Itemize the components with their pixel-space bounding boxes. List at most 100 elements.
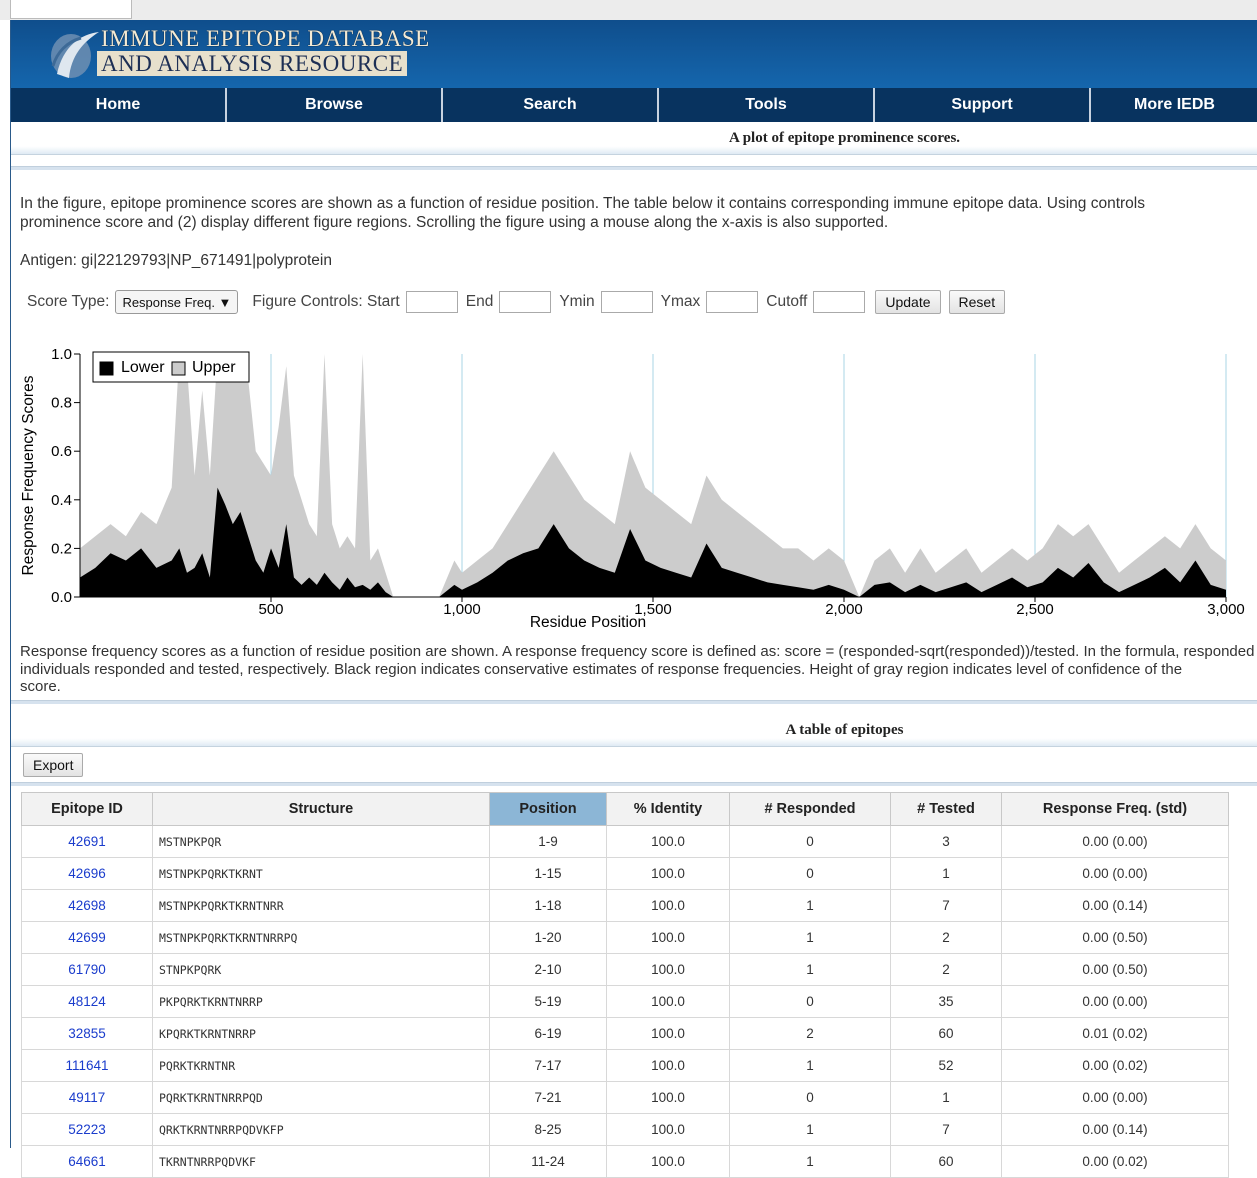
cutoff-input[interactable] (813, 291, 866, 313)
col-tested[interactable]: # Tested (890, 792, 1002, 826)
nav-tools[interactable]: Tools (659, 88, 875, 122)
epitope-id-link[interactable]: 32855 (21, 1017, 153, 1050)
browser-top-strip (0, 0, 1257, 20)
update-button[interactable]: Update (875, 290, 941, 314)
nav-browse[interactable]: Browse (227, 88, 443, 122)
epitope-id-link[interactable]: 42691 (21, 825, 153, 858)
responded-cell: 1 (729, 889, 891, 922)
epitope-id-link[interactable]: 52223 (21, 1113, 153, 1146)
response-freq-cell: 0.00 (0.14) (1001, 889, 1229, 922)
responded-cell: 0 (729, 1081, 891, 1114)
identity-cell: 100.0 (606, 953, 730, 986)
logo-line-1: IMMUNE EPITOPE DATABASE (101, 26, 430, 51)
epitope-id-link[interactable]: 111641 (21, 1049, 153, 1082)
col-position[interactable]: Position (489, 792, 607, 826)
x-tick-label: 2,500 (1016, 601, 1054, 618)
position-cell: 7-17 (489, 1049, 607, 1082)
position-cell: 8-25 (489, 1113, 607, 1146)
table-body: 42691 MSTNPKPQR 1-9 100.0 0 3 0.00 (0.00) 42696… (21, 825, 1229, 1178)
structure-cell: PQRKTKRNTNR (152, 1049, 490, 1082)
export-button[interactable]: Export (23, 753, 84, 777)
identity-cell: 100.0 (606, 1049, 730, 1082)
structure-cell: STNPKPQRK (152, 953, 490, 986)
table-row: 111641 PQRKTKRNTNR 7-17 100.0 1 52 0.00 (0.02) (21, 1049, 1229, 1082)
col-responded[interactable]: # Responded (729, 792, 891, 826)
x-tick-label: 500 (258, 601, 283, 618)
score-type-select[interactable]: Response Freq. ▼ (115, 290, 239, 314)
antigen-label: Antigen: gi|22129793|NP_671491|polyprote… (20, 252, 332, 269)
nav-search[interactable]: Search (443, 88, 659, 122)
epitope-id-link[interactable]: 49117 (21, 1081, 153, 1114)
browser-tab[interactable] (10, 0, 132, 19)
epitope-id-link[interactable]: 48124 (21, 985, 153, 1018)
legend-swatch-lower[interactable] (99, 361, 114, 376)
site-logo-text: IMMUNE EPITOPE DATABASE AND ANALYSIS RES… (97, 26, 430, 76)
responded-cell: 1 (729, 1145, 891, 1178)
position-cell: 1-18 (489, 889, 607, 922)
y-tick-label: 1.0 (51, 346, 72, 363)
epitope-id-link[interactable]: 42696 (21, 857, 153, 890)
divider (11, 166, 1257, 170)
responded-cell: 2 (729, 1017, 891, 1050)
epitope-table: Epitope ID Structure Position % Identity… (21, 792, 1229, 1178)
intro-line-2: prominence score and (2) display differe… (20, 214, 889, 231)
table-row: 32855 KPQRKTKRNTNRRP 6-19 100.0 2 60 0.01 (0.0… (21, 1017, 1229, 1050)
table-row: 42691 MSTNPKPQR 1-9 100.0 0 3 0.00 (0.00) (21, 825, 1229, 858)
col-epitope-id[interactable]: Epitope ID (21, 792, 153, 826)
page-frame: IMMUNE EPITOPE DATABASE AND ANALYSIS RES… (10, 20, 1257, 1178)
epitope-id-link[interactable]: 42699 (21, 921, 153, 954)
ymax-label: Ymax (660, 293, 701, 310)
divider (11, 782, 1257, 786)
nav-more-iedb[interactable]: More IEDB (1091, 88, 1257, 122)
legend-swatch-upper[interactable] (171, 361, 186, 376)
col-response-freq[interactable]: Response Freq. (std) (1001, 792, 1229, 826)
identity-cell: 100.0 (606, 857, 730, 890)
score-type-label: Score Type: (27, 293, 110, 310)
caption-line-3: score. (20, 678, 61, 695)
position-cell: 6-19 (489, 1017, 607, 1050)
start-input[interactable] (405, 291, 458, 313)
figure-controls-start-label: Figure Controls: Start (252, 293, 400, 310)
epitope-id-link[interactable]: 42698 (21, 889, 153, 922)
x-axis-label: Residue Position (530, 614, 646, 631)
col-structure[interactable]: Structure (152, 792, 490, 826)
ymin-input[interactable] (600, 291, 653, 313)
nav-home[interactable]: Home (11, 88, 227, 122)
main-nav: Home Browse Search Tools Support More IE… (11, 88, 1257, 122)
position-cell: 2-10 (489, 953, 607, 986)
end-input[interactable] (499, 291, 552, 313)
tested-cell: 52 (890, 1049, 1002, 1082)
intro-text: In the figure, epitope prominence scores… (20, 194, 1145, 232)
table-row: 49117 PQRKTKRNTNRRPQD 7-21 100.0 0 1 0.00 (0.0… (21, 1081, 1229, 1114)
responded-cell: 1 (729, 1113, 891, 1146)
y-axis-label: Response Frequency Scores (20, 375, 37, 575)
legend-label-upper: Upper (192, 359, 236, 376)
table-row: 52223 QRKTKRNTNRRPQDVKFP 8-25 100.0 1 7 0.00 (… (21, 1113, 1229, 1146)
ymax-input[interactable] (706, 291, 759, 313)
epitope-id-link[interactable]: 61790 (21, 953, 153, 986)
response-freq-cell: 0.00 (0.14) (1001, 1113, 1229, 1146)
tested-cell: 7 (890, 1113, 1002, 1146)
logo-line-2: AND ANALYSIS RESOURCE (97, 51, 408, 76)
x-tick-label: 3,000 (1207, 601, 1245, 618)
chart-caption: Response frequency scores as a function … (20, 643, 1254, 696)
y-tick-label: 0.8 (51, 395, 72, 412)
position-cell: 1-9 (489, 825, 607, 858)
tested-cell: 60 (890, 1017, 1002, 1050)
table-section-title: A table of epitopes (785, 722, 904, 738)
figure-controls: Score Type: Response Freq. ▼ Figure Cont… (27, 290, 1006, 314)
reset-button[interactable]: Reset (948, 290, 1006, 314)
position-cell: 1-15 (489, 857, 607, 890)
epitope-id-link[interactable]: 64661 (21, 1145, 153, 1178)
col-identity[interactable]: % Identity (606, 792, 730, 826)
prominence-chart[interactable]: 0.00.20.40.60.81.0500 1,000 1,500 2,000 2,50… (11, 342, 1257, 632)
response-freq-cell: 0.00 (0.00) (1001, 857, 1229, 890)
responded-cell: 1 (729, 1049, 891, 1082)
iedb-logo-icon[interactable] (47, 26, 103, 82)
table-row: 42698 MSTNPKPQRKTKRNTNRR 1-18 100.0 1 7 0.00 (… (21, 889, 1229, 922)
nav-support[interactable]: Support (875, 88, 1091, 122)
tested-cell: 3 (890, 825, 1002, 858)
identity-cell: 100.0 (606, 889, 730, 922)
response-freq-cell: 0.00 (0.02) (1001, 1049, 1229, 1082)
table-row: 48124 PKPQRKTKRNTNRRP 5-19 100.0 0 35 0.00 (0.… (21, 985, 1229, 1018)
